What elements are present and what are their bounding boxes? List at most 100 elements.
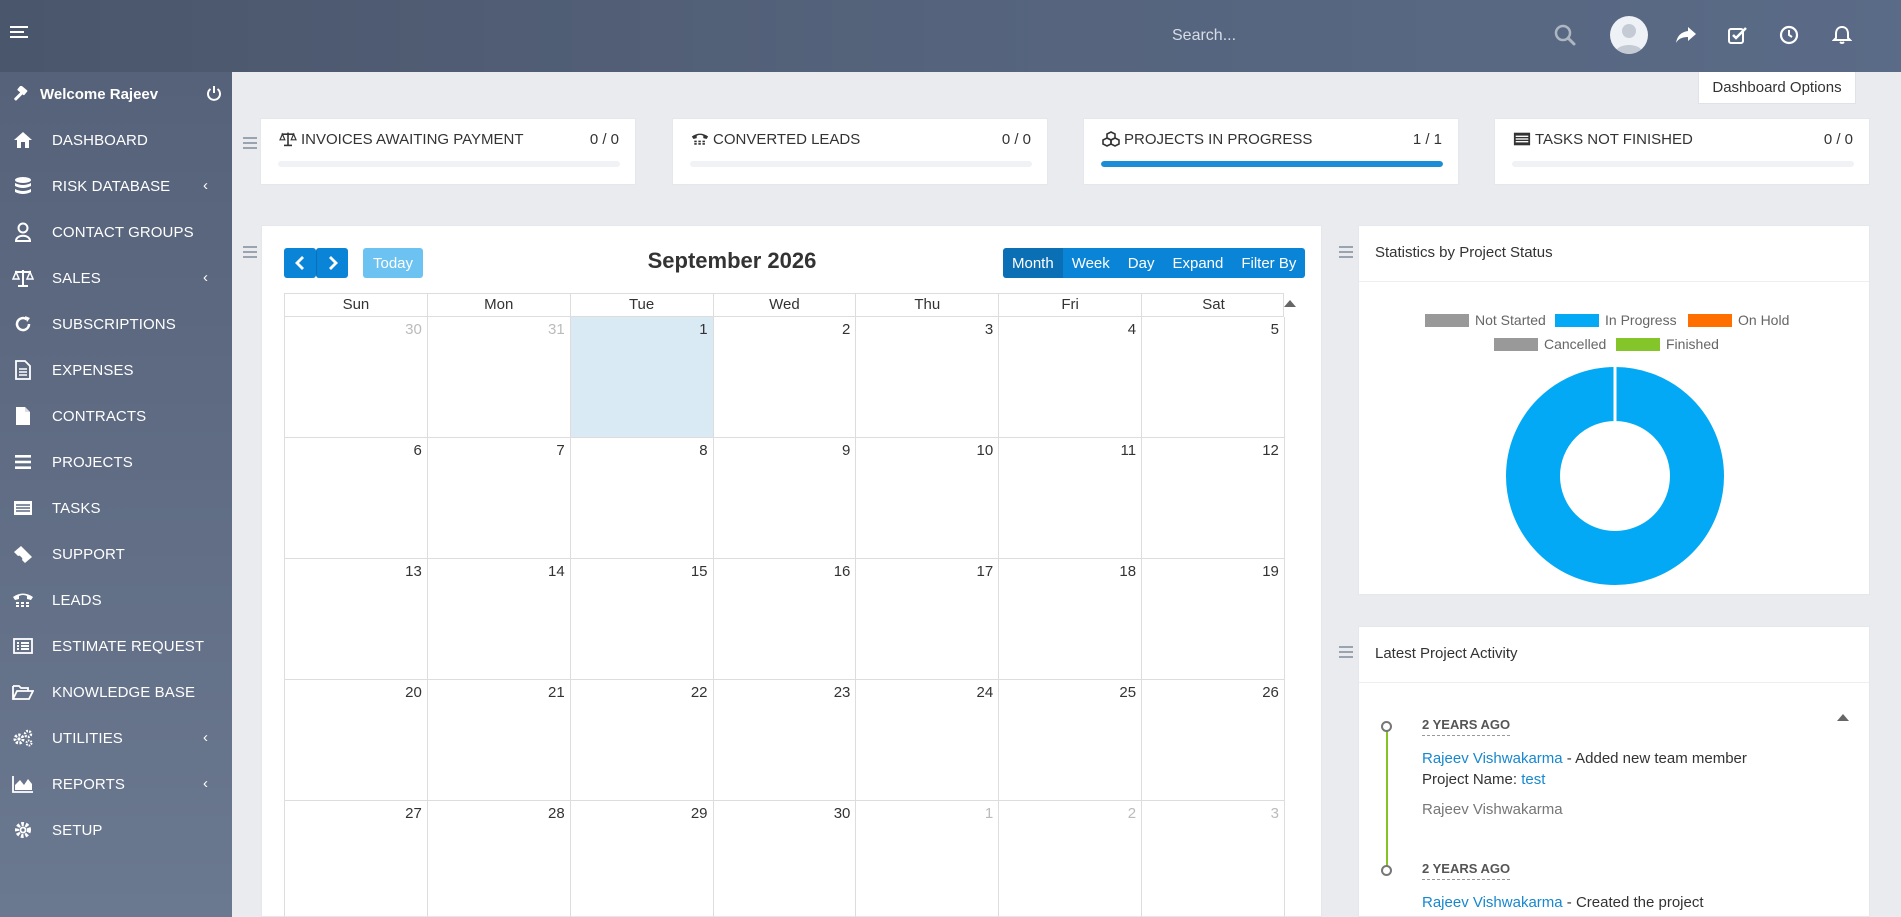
day-number: 18	[1119, 563, 1137, 580]
day-number: 3	[984, 321, 994, 338]
legend-item[interactable]: On Hold	[1688, 312, 1789, 328]
view-month-button[interactable]: Month	[1003, 248, 1063, 278]
calendar-day[interactable]: 31	[427, 317, 571, 438]
share-icon[interactable]	[1671, 20, 1701, 50]
calendar-day[interactable]: 30	[285, 317, 428, 438]
calendar-day[interactable]: 11	[999, 438, 1143, 559]
calendar-day[interactable]: 12	[1142, 438, 1285, 559]
stat-card-projects-in-progress[interactable]: PROJECTS IN PROGRESS 1 / 1	[1083, 118, 1459, 185]
stat-card-converted-leads[interactable]: CONVERTED LEADS 0 / 0	[672, 118, 1048, 185]
calendar-day[interactable]: 8	[570, 438, 714, 559]
calendar-day[interactable]: 13	[285, 559, 428, 680]
filter-by-button[interactable]: Filter By	[1232, 248, 1306, 278]
activity-user-link[interactable]: Rajeev Vishwakarma	[1422, 750, 1563, 767]
legend-item[interactable]: Not Started	[1425, 312, 1546, 328]
progress-bar	[1512, 161, 1854, 167]
progress-bar	[278, 161, 620, 167]
sidebar-item-tasks[interactable]: TASKS	[0, 486, 232, 530]
sidebar-item-risk-database[interactable]: RISK DATABASE ‹	[0, 164, 232, 208]
today-button[interactable]: Today	[363, 248, 423, 278]
checkbox-icon[interactable]	[1723, 20, 1753, 50]
drag-handle-icon[interactable]	[243, 137, 257, 149]
sidebar-item-contracts[interactable]: CONTRACTS	[0, 394, 232, 438]
calendar-day[interactable]: 19	[1142, 559, 1285, 680]
avatar[interactable]	[1610, 16, 1648, 54]
sidebar-welcome: Welcome Rajeev	[0, 72, 232, 118]
bell-icon[interactable]	[1827, 20, 1857, 50]
sidebar-item-expenses[interactable]: EXPENSES	[0, 348, 232, 392]
drag-handle-icon[interactable]	[1339, 646, 1353, 658]
day-number: 5	[1270, 321, 1279, 338]
view-day-button[interactable]: Day	[1118, 248, 1164, 278]
legend-item[interactable]: In Progress	[1555, 312, 1677, 328]
weekday-label: Tue	[571, 294, 714, 316]
calendar-day[interactable]: 6	[285, 438, 428, 559]
clock-icon[interactable]	[1774, 20, 1804, 50]
calendar-day[interactable]: 21	[427, 680, 571, 801]
stat-card-tasks-not-finished[interactable]: TASKS NOT FINISHED 0 / 0	[1494, 118, 1870, 185]
calendar-day[interactable]: 3	[856, 317, 1000, 438]
calendar-day[interactable]: 2	[999, 801, 1143, 917]
sidebar-item-subscriptions[interactable]: SUBSCRIPTIONS	[0, 302, 232, 346]
project-link[interactable]: test	[1521, 771, 1545, 788]
calendar-grid: Sun Mon Tue Wed Thu Fri Sat 30 31 1 2 3 4 5 6 7 8…	[284, 293, 1285, 917]
calendar-day[interactable]: 30	[714, 801, 857, 917]
prev-month-button[interactable]	[284, 248, 316, 278]
drag-handle-icon[interactable]	[1339, 246, 1353, 258]
calendar-day[interactable]: 25	[999, 680, 1143, 801]
calendar-day[interactable]: 22	[570, 680, 714, 801]
calendar-day[interactable]: 15	[570, 559, 714, 680]
calendar-day[interactable]: 1	[856, 801, 1000, 917]
sidebar-item-estimate-request[interactable]: ESTIMATE REQUEST	[0, 624, 232, 668]
calendar-day[interactable]: 7	[427, 438, 571, 559]
legend-item[interactable]: Finished	[1616, 336, 1719, 352]
calendar-day[interactable]: 23	[713, 680, 857, 801]
power-icon[interactable]	[206, 85, 222, 106]
calendar-day[interactable]: 3	[1142, 801, 1285, 917]
stat-card-invoices[interactable]: INVOICES AWAITING PAYMENT 0 / 0	[260, 118, 636, 185]
search-icon[interactable]	[1550, 20, 1580, 50]
calendar-day-today[interactable]: 1	[570, 317, 714, 438]
sidebar-item-reports[interactable]: REPORTS ‹	[0, 762, 232, 806]
sidebar-item-knowledge-base[interactable]: KNOWLEDGE BASE	[0, 670, 232, 714]
calendar-day[interactable]: 2	[713, 317, 857, 438]
day-number: 22	[690, 684, 708, 701]
calendar-day[interactable]: 20	[285, 680, 428, 801]
calendar-day[interactable]: 28	[428, 801, 571, 917]
legend-item[interactable]: Cancelled	[1494, 336, 1606, 352]
calendar-day[interactable]: 9	[713, 438, 857, 559]
calendar-day[interactable]: 24	[856, 680, 1000, 801]
calendar-day[interactable]: 4	[999, 317, 1143, 438]
activity-user-link[interactable]: Rajeev Vishwakarma	[1422, 894, 1563, 911]
sidebar-item-dashboard[interactable]: DASHBOARD	[0, 118, 232, 162]
calendar-day[interactable]: 18	[999, 559, 1143, 680]
view-expand-button[interactable]: Expand	[1163, 248, 1233, 278]
view-week-button[interactable]: Week	[1062, 248, 1119, 278]
sidebar-item-utilities[interactable]: UTILITIES ‹	[0, 716, 232, 760]
sidebar-item-contact-groups[interactable]: CONTACT GROUPS	[0, 210, 232, 254]
project-status-donut-chart[interactable]	[1505, 366, 1725, 586]
day-number: 4	[1127, 321, 1137, 338]
calendar-day[interactable]: 29	[571, 801, 714, 917]
sidebar-item-leads[interactable]: LEADS	[0, 578, 232, 622]
sidebar-item-projects[interactable]: PROJECTS	[0, 440, 232, 484]
scroll-up-icon[interactable]	[1284, 300, 1296, 307]
calendar-day[interactable]: 16	[713, 559, 857, 680]
calendar-day[interactable]: 27	[285, 801, 428, 917]
next-month-button[interactable]	[316, 248, 348, 278]
hamburger-menu-icon[interactable]	[10, 26, 28, 42]
calendar-day[interactable]: 10	[856, 438, 1000, 559]
calendar-day[interactable]: 17	[856, 559, 1000, 680]
calendar-day[interactable]: 14	[427, 559, 571, 680]
calendar-day[interactable]: 5	[1142, 317, 1285, 438]
sidebar-item-support[interactable]: SUPPORT	[0, 532, 232, 576]
dashboard-options-button[interactable]: Dashboard Options	[1698, 72, 1856, 104]
sidebar-item-sales[interactable]: SALES ‹	[0, 256, 232, 300]
search-input[interactable]	[1172, 20, 1552, 52]
scroll-up-icon[interactable]	[1837, 714, 1849, 721]
cogs-icon	[12, 728, 34, 748]
day-number: 1	[699, 321, 708, 338]
calendar-day[interactable]: 26	[1142, 680, 1285, 801]
drag-handle-icon[interactable]	[243, 246, 257, 258]
sidebar-item-setup[interactable]: SETUP	[0, 808, 232, 852]
